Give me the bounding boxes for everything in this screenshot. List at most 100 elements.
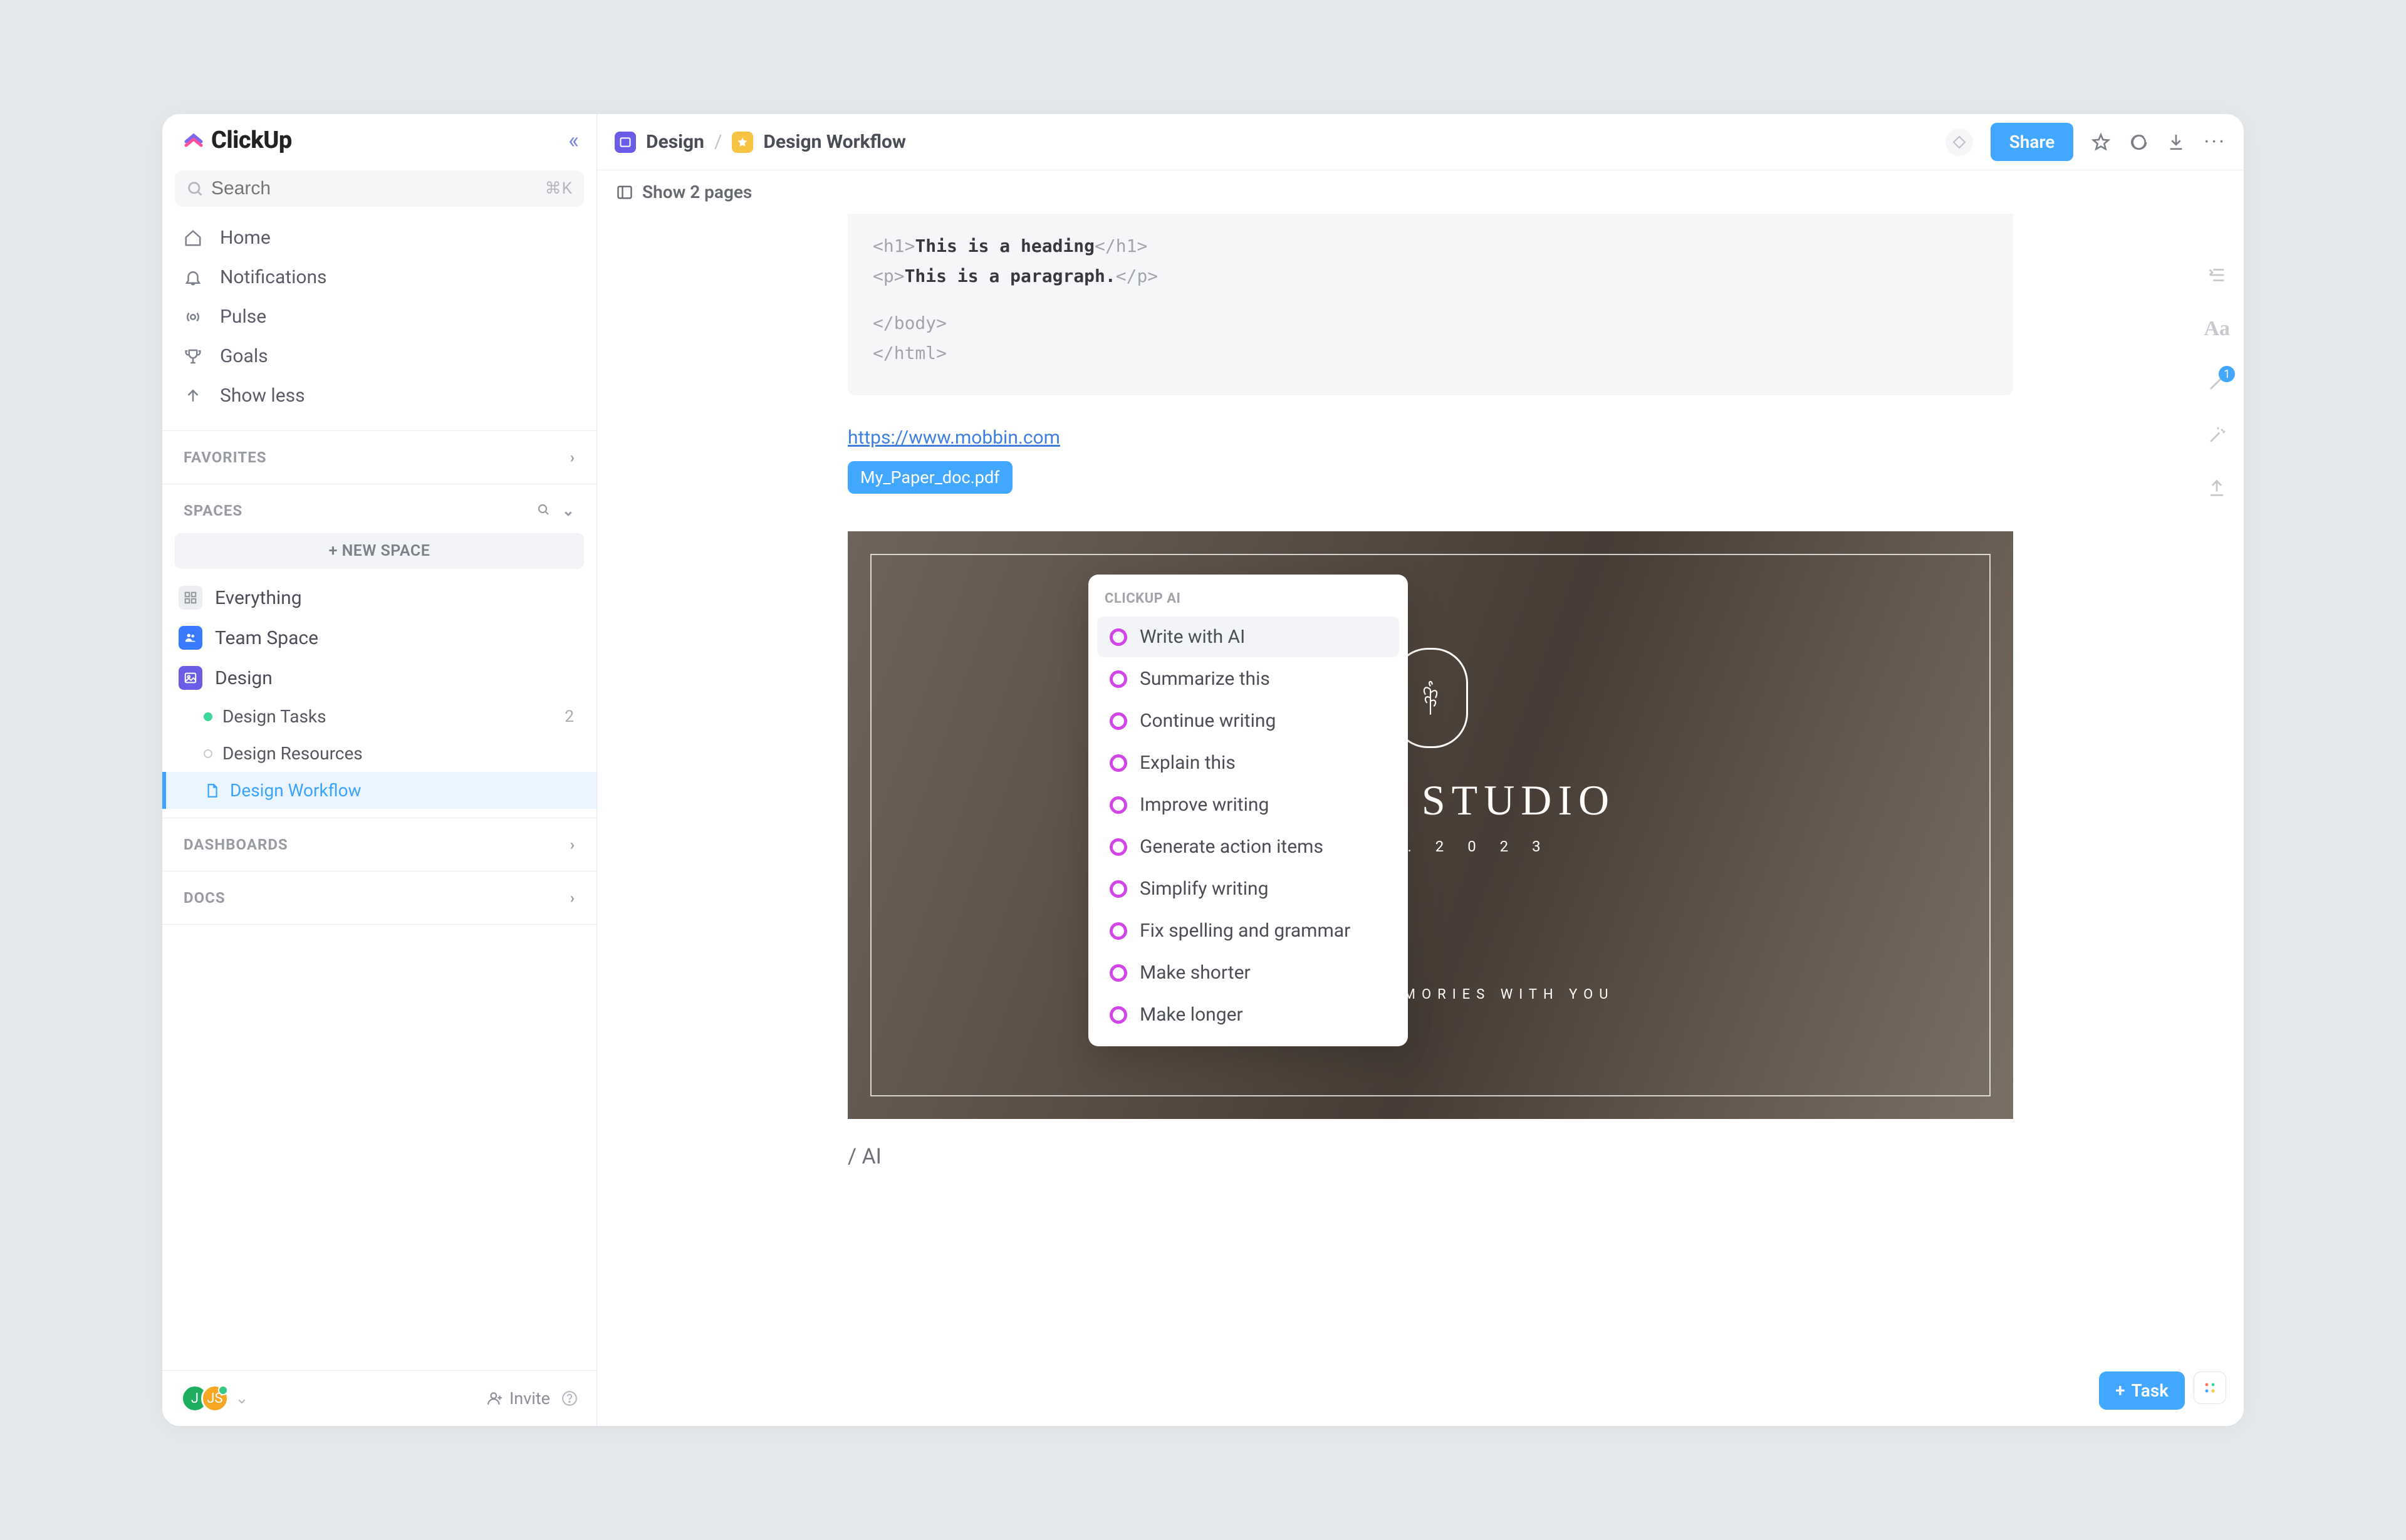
slash-command-text[interactable]: / AI [848,1144,2013,1169]
chevron-right-icon: › [570,449,575,466]
collapse-sidebar-icon[interactable]: « [568,127,579,153]
docs-header[interactable]: DOCS › [162,875,596,920]
ai-command-menu: CLICKUP AI Write with AI Summarize this … [1088,575,1408,1046]
space-everything[interactable]: Everything [162,578,596,618]
typography-icon[interactable]: Aa [2204,317,2230,341]
bell-icon [184,268,206,287]
star-icon[interactable] [2091,132,2111,152]
user-avatars[interactable]: J JS ⌄ [181,1385,249,1412]
user-plus-icon [487,1390,503,1407]
ai-item-spelling[interactable]: Fix spelling and grammar [1097,910,1399,951]
breadcrumb-level2[interactable]: Design Workflow [763,131,906,153]
design-tasks-label: Design Tasks [222,706,326,727]
nav-pulse[interactable]: Pulse [162,297,596,336]
sidebar-header: ClickUp « [162,114,596,165]
dashboards-header[interactable]: DASHBOARDS › [162,822,596,867]
search-input[interactable] [211,178,545,199]
ai-spark-icon [1110,880,1127,898]
image-icon [179,666,202,690]
doc-icon [204,783,220,799]
design-workflow-label: Design Workflow [230,780,362,801]
ai-item-improve[interactable]: Improve writing [1097,784,1399,825]
nav-notifications-label: Notifications [220,266,327,288]
nav-goals[interactable]: Goals [162,336,596,376]
document-body[interactable]: <h1>This is a heading</h1> <p>This is a … [835,214,2038,1194]
ai-item-summarize[interactable]: Summarize this [1097,658,1399,699]
docs-label: DOCS [184,889,226,907]
new-task-button[interactable]: + Task [2099,1371,2185,1410]
chevron-right-icon: › [570,889,575,907]
ai-spark-icon [1110,922,1127,940]
space-design-label: Design [215,667,273,689]
space-design[interactable]: Design [162,658,596,698]
app-window: ClickUp « ⌘K Home Notifications Pulse [162,114,2244,1426]
status-dot-icon [204,712,212,721]
ai-item-explain[interactable]: Explain this [1097,742,1399,783]
ai-spark-icon [1110,628,1127,646]
dashboards-label: DASHBOARDS [184,836,288,853]
help-icon[interactable] [561,1390,578,1407]
main-header: Design / Design Workflow Share ··· [597,114,2244,170]
space-team-label: Team Space [215,627,318,649]
space-badge-icon [615,132,636,153]
embedded-image[interactable]: JANES STUDIO E S T . 2 0 2 3 CREATING ME… [848,531,2013,1119]
grid-icon [179,586,202,610]
breadcrumb-sep: / [714,131,722,153]
app-logo[interactable]: ClickUp [182,127,292,154]
ai-item-actions[interactable]: Generate action items [1097,826,1399,867]
home-icon [184,229,206,247]
nav-showless-label: Show less [220,385,305,407]
tag-icon[interactable] [1945,128,1973,156]
download-icon[interactable] [2166,132,2186,152]
ai-spark-icon [1110,712,1127,730]
share-button[interactable]: Share [1991,123,2074,161]
favorites-header[interactable]: FAVORITES › [162,435,596,480]
ai-spark-icon [1110,670,1127,688]
magic-icon[interactable] [2206,425,2227,446]
wand-icon[interactable] [2206,372,2227,393]
pages-toggle[interactable]: Show 2 pages [597,170,2244,214]
nav-home[interactable]: Home [162,218,596,258]
ai-spark-icon [1110,796,1127,814]
ai-item-continue[interactable]: Continue writing [1097,700,1399,741]
link-text[interactable]: https://www.mobbin.com [848,427,1060,449]
upload-icon[interactable] [2206,477,2227,499]
subitem-design-resources[interactable]: Design Resources [162,735,596,772]
subitem-design-tasks[interactable]: Design Tasks 2 [162,698,596,735]
chevron-right-icon: › [570,836,575,853]
search-spaces-icon[interactable] [536,502,551,519]
status-dot-icon [204,749,212,758]
search-icon [186,180,204,197]
invite-button[interactable]: Invite [487,1388,578,1408]
space-everything-label: Everything [215,587,302,609]
ai-item-write[interactable]: Write with AI [1097,617,1399,657]
content-zone: <h1>This is a heading</h1> <p>This is a … [597,214,2244,1194]
chevron-down-icon[interactable]: ⌄ [562,502,575,519]
ai-menu-title: CLICKUP AI [1088,587,1408,615]
invite-label: Invite [509,1388,550,1408]
plus-icon: + [2115,1380,2125,1401]
design-tasks-count: 2 [565,707,580,726]
nav-show-less[interactable]: Show less [162,376,596,415]
search-box[interactable]: ⌘K [175,170,584,207]
apps-grid-button[interactable] [2194,1371,2226,1404]
subitem-design-workflow[interactable]: Design Workflow [162,772,596,809]
breadcrumb-level1[interactable]: Design [646,131,704,153]
new-space-button[interactable]: + NEW SPACE [175,533,584,569]
ai-item-shorter[interactable]: Make shorter [1097,952,1399,993]
spaces-header: SPACES ⌄ [162,488,596,533]
nav-home-label: Home [220,227,271,249]
space-team[interactable]: Team Space [162,618,596,658]
ai-item-longer[interactable]: Make longer [1097,994,1399,1035]
sidebar-toggle-icon [616,184,633,201]
more-icon[interactable]: ··· [2204,130,2226,155]
clickup-logo-icon [182,129,205,152]
nav-notifications[interactable]: Notifications [162,258,596,297]
pdf-attachment[interactable]: My_Paper_doc.pdf [848,461,1013,494]
app-name: ClickUp [211,127,292,154]
show-pages-label: Show 2 pages [642,182,752,202]
ai-item-simplify[interactable]: Simplify writing [1097,868,1399,909]
comment-icon[interactable] [2128,132,2148,152]
indent-icon[interactable] [2206,264,2227,286]
external-link[interactable]: https://www.mobbin.com [848,427,2013,449]
